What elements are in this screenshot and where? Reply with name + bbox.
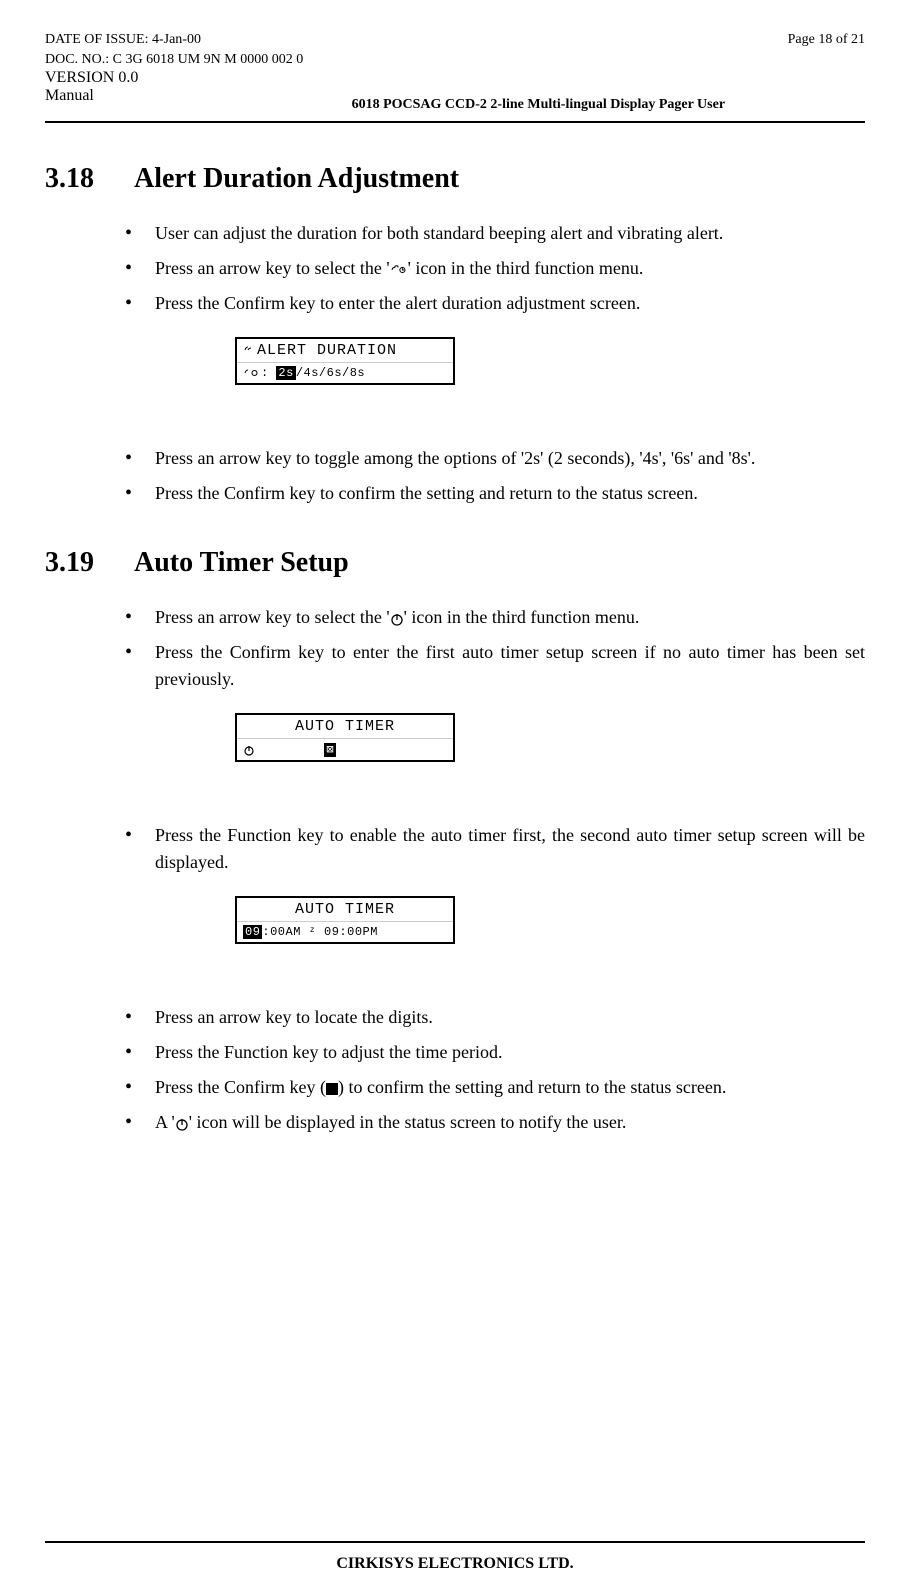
list-item: Press an arrow key to select the '' icon… <box>125 255 865 282</box>
lcd-line1: AUTO TIMER <box>237 715 453 739</box>
lcd-line1: ALERT DURATION <box>237 339 453 363</box>
header-divider <box>45 121 865 123</box>
list-item: Press an arrow key to toggle among the o… <box>125 445 865 472</box>
page-header: DATE OF ISSUE: 4-Jan-00 DOC. NO.: C 3G 6… <box>45 30 865 113</box>
power-icon <box>390 612 404 626</box>
bullet-list-319c: Press an arrow key to locate the digits.… <box>45 1004 865 1136</box>
footer-divider <box>45 1541 865 1543</box>
section-number: 3.19 <box>45 547 94 579</box>
footer-text: CIRKISYS ELECTRONICS LTD. <box>0 1555 910 1573</box>
header-version: VERSION 0.0 <box>45 69 292 87</box>
list-item: Press the Confirm key to enter the alert… <box>125 290 865 317</box>
header-page: Page 18 of 21 <box>788 30 865 50</box>
list-item: Press the Confirm key to confirm the set… <box>125 480 865 507</box>
header-title: 6018 POCSAG CCD-2 2-line Multi-lingual D… <box>292 69 785 113</box>
list-item: Press an arrow key to locate the digits. <box>125 1004 865 1031</box>
bullet-list-318a: User can adjust the duration for both st… <box>45 220 865 317</box>
list-item: A '' icon will be displayed in the statu… <box>125 1109 865 1136</box>
header-manual: Manual <box>45 87 292 105</box>
signal-icon <box>243 344 257 356</box>
power-icon <box>243 744 255 756</box>
section-number: 3.18 <box>45 163 94 195</box>
lcd-line2: : 2s/4s/6s/8s <box>237 363 453 383</box>
power-icon <box>175 1117 189 1131</box>
section-title: Alert Duration Adjustment <box>134 163 459 195</box>
square-icon <box>326 1083 338 1095</box>
list-item: Press the Function key to adjust the tim… <box>125 1039 865 1066</box>
alert-icon <box>390 264 408 276</box>
lcd-line2: 09:00AM ᶻ 09:00PM <box>237 922 453 942</box>
lcd-auto-timer-2: AUTO TIMER 09:00AM ᶻ 09:00PM <box>235 896 455 944</box>
list-item: Press an arrow key to select the '' icon… <box>125 604 865 631</box>
section-title: Auto Timer Setup <box>134 547 349 579</box>
section-heading-319: 3.19 Auto Timer Setup <box>45 547 865 579</box>
lcd-alert-duration: ALERT DURATION : 2s/4s/6s/8s <box>235 337 455 385</box>
alert-icon <box>243 367 261 379</box>
list-item: Press the Confirm key to enter the first… <box>125 639 865 693</box>
lcd-selected: 09 <box>243 925 262 939</box>
lcd-line1: AUTO TIMER <box>237 898 453 922</box>
bullet-list-319b: Press the Function key to enable the aut… <box>45 822 865 876</box>
header-doc: DOC. NO.: C 3G 6018 UM 9N M 0000 002 0 <box>45 50 788 70</box>
list-item: User can adjust the duration for both st… <box>125 220 865 247</box>
lcd-selected: 2s <box>276 366 295 380</box>
list-item: Press the Confirm key () to confirm the … <box>125 1074 865 1101</box>
disabled-icon: ⊠ <box>324 743 336 757</box>
bullet-list-318b: Press an arrow key to toggle among the o… <box>45 445 865 507</box>
bullet-list-319a: Press an arrow key to select the '' icon… <box>45 604 865 693</box>
section-heading-318: 3.18 Alert Duration Adjustment <box>45 163 865 195</box>
lcd-line2: ⊠ <box>237 739 453 760</box>
lcd-auto-timer-1: AUTO TIMER ⊠ <box>235 713 455 762</box>
header-date: DATE OF ISSUE: 4-Jan-00 <box>45 30 788 50</box>
list-item: Press the Function key to enable the aut… <box>125 822 865 876</box>
